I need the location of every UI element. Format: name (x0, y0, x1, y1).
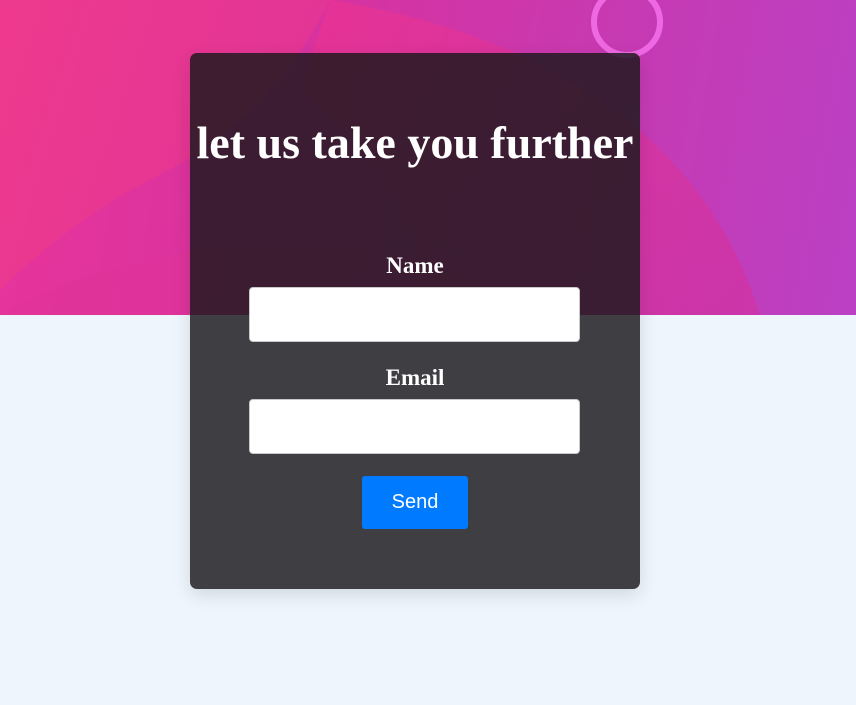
name-input[interactable] (249, 287, 580, 342)
signup-form-card: let us take you further Name Email Send (190, 53, 640, 589)
email-label: Email (385, 365, 445, 390)
ring-decoration (591, 0, 663, 58)
form-title: let us take you further (196, 117, 634, 168)
email-input[interactable] (249, 399, 580, 454)
send-button[interactable]: Send (362, 476, 468, 529)
name-label: Name (386, 253, 444, 278)
